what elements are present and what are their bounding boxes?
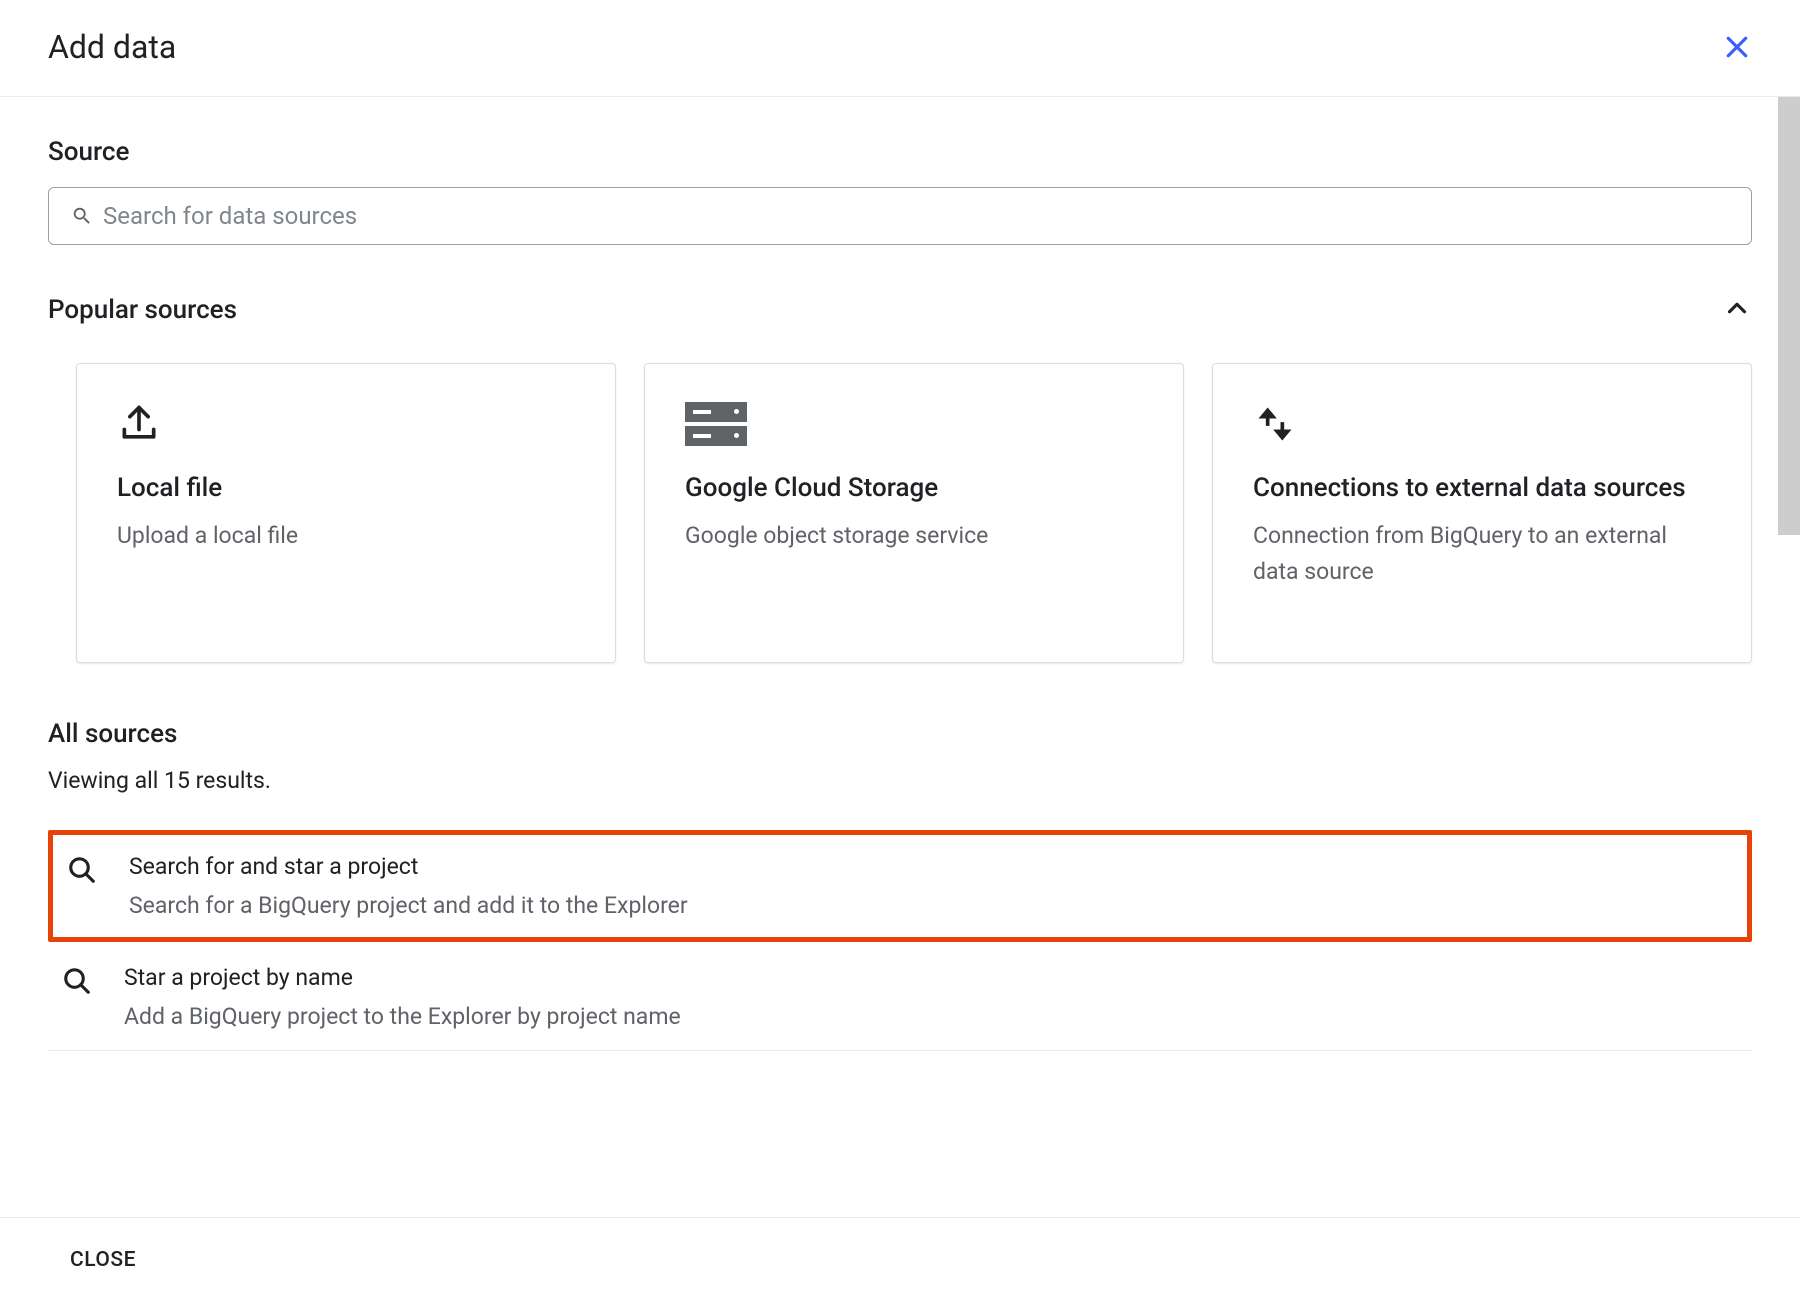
card-desc: Connection from BigQuery to an external … (1253, 518, 1711, 589)
row-desc: Add a BigQuery project to the Explorer b… (124, 1003, 1738, 1030)
row-title: Search for and star a project (129, 853, 1733, 880)
row-desc: Search for a BigQuery project and add it… (129, 892, 1733, 919)
storage-icon (685, 400, 1143, 448)
dialog-footer: CLOSE (0, 1217, 1800, 1308)
row-title: Star a project by name (124, 964, 1738, 991)
sync-icon (1253, 400, 1711, 448)
results-count: Viewing all 15 results. (48, 767, 1752, 794)
dialog-content: Source Popular sources Local file Upload… (0, 97, 1800, 1217)
popular-sources-cards: Local file Upload a local file Google Cl… (48, 363, 1752, 663)
card-title: Local file (117, 470, 575, 506)
card-desc: Upload a local file (117, 518, 575, 554)
card-external-connections[interactable]: Connections to external data sources Con… (1212, 363, 1752, 663)
row-text: Search for and star a project Search for… (129, 853, 1733, 919)
card-title: Connections to external data sources (1253, 470, 1711, 506)
row-text: Star a project by name Add a BigQuery pr… (124, 964, 1738, 1030)
search-icon (67, 855, 97, 889)
popular-sources-title: Popular sources (48, 295, 237, 325)
dialog-title: Add data (48, 28, 176, 66)
search-icon (62, 966, 92, 1000)
search-input[interactable] (103, 202, 1729, 230)
source-search-field[interactable] (48, 187, 1752, 245)
upload-icon (117, 400, 575, 448)
close-button[interactable]: CLOSE (70, 1248, 136, 1272)
dialog-header: Add data (0, 0, 1800, 97)
search-icon (71, 205, 93, 227)
source-label: Source (48, 137, 1752, 167)
card-title: Google Cloud Storage (685, 470, 1143, 506)
source-row-star-project-by-name[interactable]: Star a project by name Add a BigQuery pr… (48, 944, 1752, 1051)
chevron-up-icon (1722, 293, 1752, 327)
card-google-cloud-storage[interactable]: Google Cloud Storage Google object stora… (644, 363, 1184, 663)
card-local-file[interactable]: Local file Upload a local file (76, 363, 616, 663)
close-icon[interactable] (1722, 32, 1752, 62)
all-sources-title: All sources (48, 719, 1752, 749)
popular-sources-header[interactable]: Popular sources (48, 293, 1752, 327)
source-row-search-star-project[interactable]: Search for and star a project Search for… (48, 830, 1752, 942)
card-desc: Google object storage service (685, 518, 1143, 554)
